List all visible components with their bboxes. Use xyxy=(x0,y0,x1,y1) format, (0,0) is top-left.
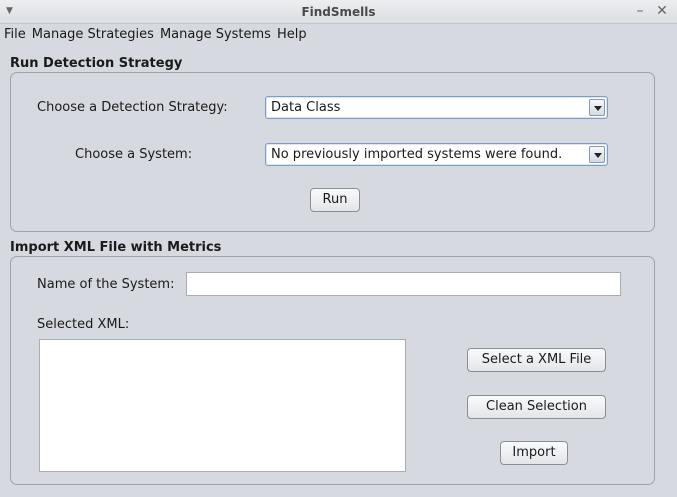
menu-file[interactable]: File xyxy=(0,24,29,46)
run-section-title: Run Detection Strategy xyxy=(10,56,183,71)
strategy-dropdown-button[interactable] xyxy=(589,99,605,116)
menu-manage-strategies[interactable]: Manage Strategies xyxy=(29,24,157,46)
system-name-input[interactable] xyxy=(186,272,621,296)
import-section-title: Import XML File with Metrics xyxy=(10,240,222,255)
menu-manage-systems[interactable]: Manage Systems xyxy=(157,24,274,46)
import-button[interactable]: Import xyxy=(500,441,568,465)
chevron-down-icon xyxy=(594,106,602,111)
selected-xml-label: Selected XML: xyxy=(37,317,130,332)
system-label: Choose a System: xyxy=(75,147,193,162)
selected-xml-list[interactable] xyxy=(39,339,406,472)
system-name-label: Name of the System: xyxy=(37,277,175,292)
system-dropdown-button[interactable] xyxy=(589,146,605,163)
strategy-selected-value: Data Class xyxy=(271,100,341,115)
strategy-select[interactable]: Data Class xyxy=(265,96,608,119)
window-title: FindSmells xyxy=(301,5,376,19)
system-select[interactable]: No previously imported systems were foun… xyxy=(265,143,608,166)
title-bar: ▼ FindSmells – ✕ xyxy=(0,0,677,24)
select-xml-file-button[interactable]: Select a XML File xyxy=(467,348,606,372)
close-icon[interactable]: ✕ xyxy=(655,2,669,20)
menu-help[interactable]: Help xyxy=(274,24,310,46)
minimize-icon[interactable]: – xyxy=(633,2,647,20)
clean-selection-button[interactable]: Clean Selection xyxy=(467,395,606,419)
run-button[interactable]: Run xyxy=(310,188,360,212)
chevron-down-icon xyxy=(594,153,602,158)
system-selected-value: No previously imported systems were foun… xyxy=(271,147,563,162)
menu-bar: File Manage Strategies Manage Systems He… xyxy=(0,24,677,46)
strategy-label: Choose a Detection Strategy: xyxy=(37,100,228,115)
